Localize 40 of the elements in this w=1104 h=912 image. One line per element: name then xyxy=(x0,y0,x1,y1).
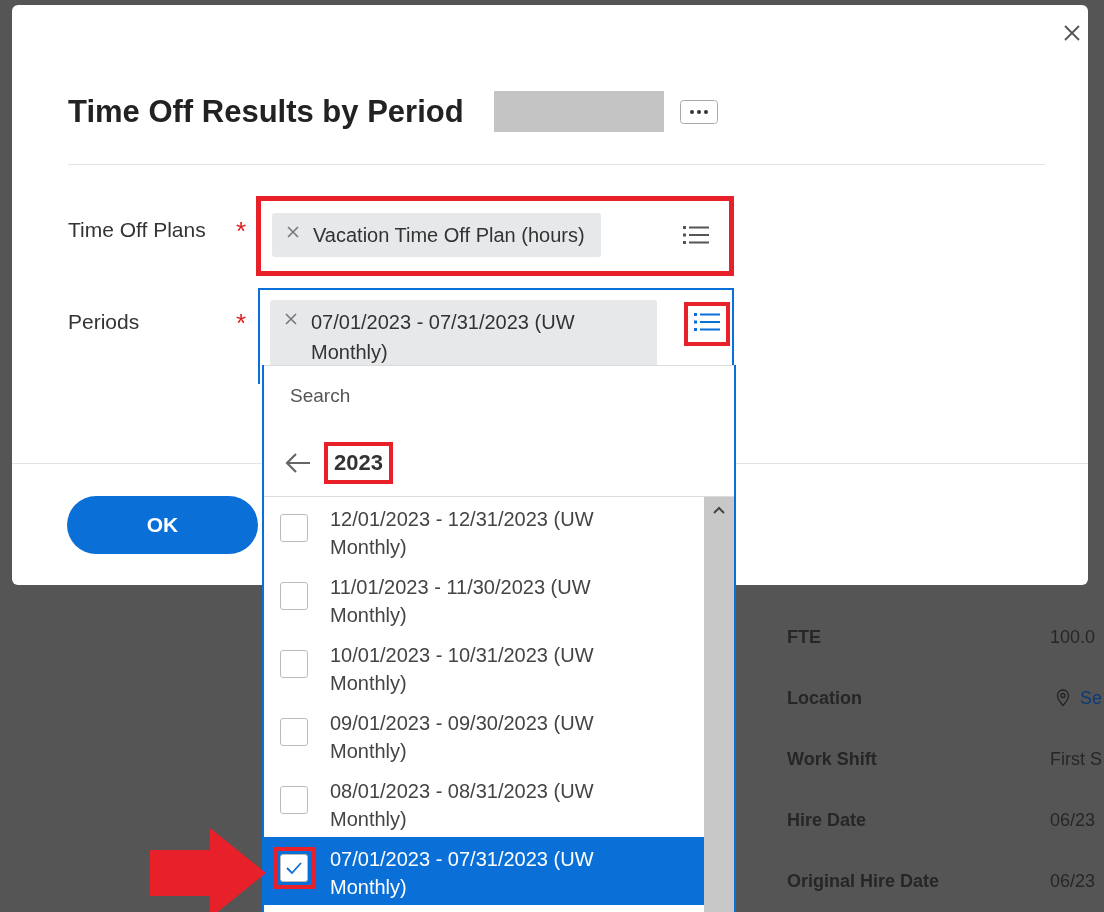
breadcrumb-label: 2023 xyxy=(324,442,393,484)
required-mark: * xyxy=(236,215,248,247)
ok-button[interactable]: OK xyxy=(67,496,258,554)
option-label: 10/01/2023 - 10/31/2023 (UW Monthly) xyxy=(330,643,595,696)
option-row[interactable]: 07/01/2023 - 07/31/2023 (UW Monthly) xyxy=(264,837,704,905)
back-arrow-icon[interactable] xyxy=(284,451,312,475)
option-label: 08/01/2023 - 08/31/2023 (UW Monthly) xyxy=(330,779,595,832)
list-icon xyxy=(694,311,720,333)
required-mark: * xyxy=(236,307,248,339)
option-label: 11/01/2023 - 11/30/2023 (UW Monthly) xyxy=(330,575,592,628)
option-row[interactable]: 12/01/2023 - 12/31/2023 (UW Monthly) xyxy=(264,497,704,565)
checkbox[interactable] xyxy=(280,786,308,814)
close-icon[interactable] xyxy=(1063,24,1081,42)
chip-label: 07/01/2023 - 07/31/2023 (UW Monthly) xyxy=(311,310,576,365)
list-icon xyxy=(683,224,709,246)
option-label: 12/01/2023 - 12/31/2023 (UW Monthly) xyxy=(330,507,595,560)
checkmark-icon xyxy=(285,861,303,875)
multiselect-field[interactable]: Vacation Time Off Plan (hours) xyxy=(256,196,734,276)
remove-icon[interactable] xyxy=(287,226,299,238)
remove-icon[interactable] xyxy=(285,313,297,325)
list-prompt-button[interactable] xyxy=(684,302,730,346)
option-label: 09/01/2023 - 09/30/2023 (UW Monthly) xyxy=(330,711,595,764)
option-row[interactable]: 10/01/2023 - 10/31/2023 (UW Monthly) xyxy=(264,633,704,701)
option-row[interactable]: 08/01/2023 - 08/31/2023 (UW Monthly) xyxy=(264,769,704,837)
option-row[interactable]: 09/01/2023 - 09/30/2023 (UW Monthly) xyxy=(264,701,704,769)
checkbox[interactable] xyxy=(280,514,308,542)
checkbox[interactable] xyxy=(280,650,308,678)
checkbox[interactable] xyxy=(280,854,308,882)
scrollbar[interactable] xyxy=(704,497,734,912)
checkbox[interactable] xyxy=(280,718,308,746)
more-options-icon[interactable] xyxy=(679,99,718,124)
checkbox[interactable] xyxy=(280,582,308,610)
option-row[interactable]: 11/01/2023 - 11/30/2023 (UW Monthly) xyxy=(264,565,704,633)
chip-label: Vacation Time Off Plan (hours) xyxy=(313,223,585,248)
scroll-up-icon[interactable] xyxy=(712,505,726,515)
dialog-title: Time Off Results by Period xyxy=(68,93,464,130)
option-label: 07/01/2023 - 07/31/2023 (UW Monthly) xyxy=(330,847,595,900)
field-label: Time Off Plans xyxy=(68,217,207,242)
location-pin-icon xyxy=(1056,689,1070,707)
field-label: Periods xyxy=(68,309,141,334)
